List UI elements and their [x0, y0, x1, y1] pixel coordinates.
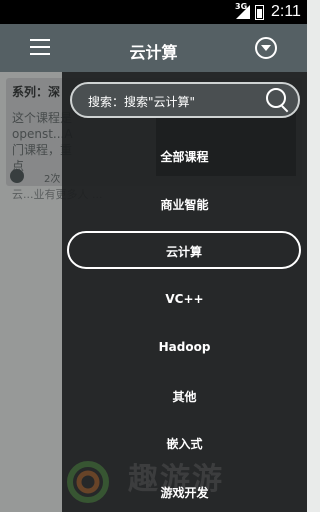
- signal-icon: [236, 5, 250, 19]
- menu-item-vc[interactable]: VC++: [62, 292, 307, 306]
- battery-icon: [255, 5, 264, 20]
- menu-item-label: 嵌入式: [166, 437, 203, 451]
- menu-item-bi[interactable]: 商业智能: [62, 196, 307, 213]
- menu-item-hadoop[interactable]: Hadoop: [62, 340, 307, 354]
- dropdown-icon[interactable]: [255, 37, 277, 59]
- menu-item-label: 全部课程: [160, 150, 209, 164]
- watermark-text: 趣游游: [128, 462, 224, 497]
- search-placeholder: 搜索：搜索"云计算": [88, 95, 196, 109]
- status-bar: 3G 2:11: [0, 0, 307, 24]
- menu-item-label: 云计算: [165, 245, 202, 259]
- menu-item-other[interactable]: 其他: [62, 388, 307, 405]
- search-icon[interactable]: [266, 88, 286, 108]
- clock: 2:11: [271, 3, 301, 20]
- menu-item-label: 商业智能: [160, 198, 209, 212]
- menu-item-embedded[interactable]: 嵌入式: [62, 435, 307, 452]
- menu-item-label: VC++: [165, 292, 204, 306]
- menu-item-label: 其他: [172, 390, 197, 404]
- menu-item-all[interactable]: 全部课程: [62, 148, 307, 165]
- menu-item-label: Hadoop: [158, 340, 211, 354]
- menu-item-cloud[interactable]: 云计算: [67, 231, 301, 269]
